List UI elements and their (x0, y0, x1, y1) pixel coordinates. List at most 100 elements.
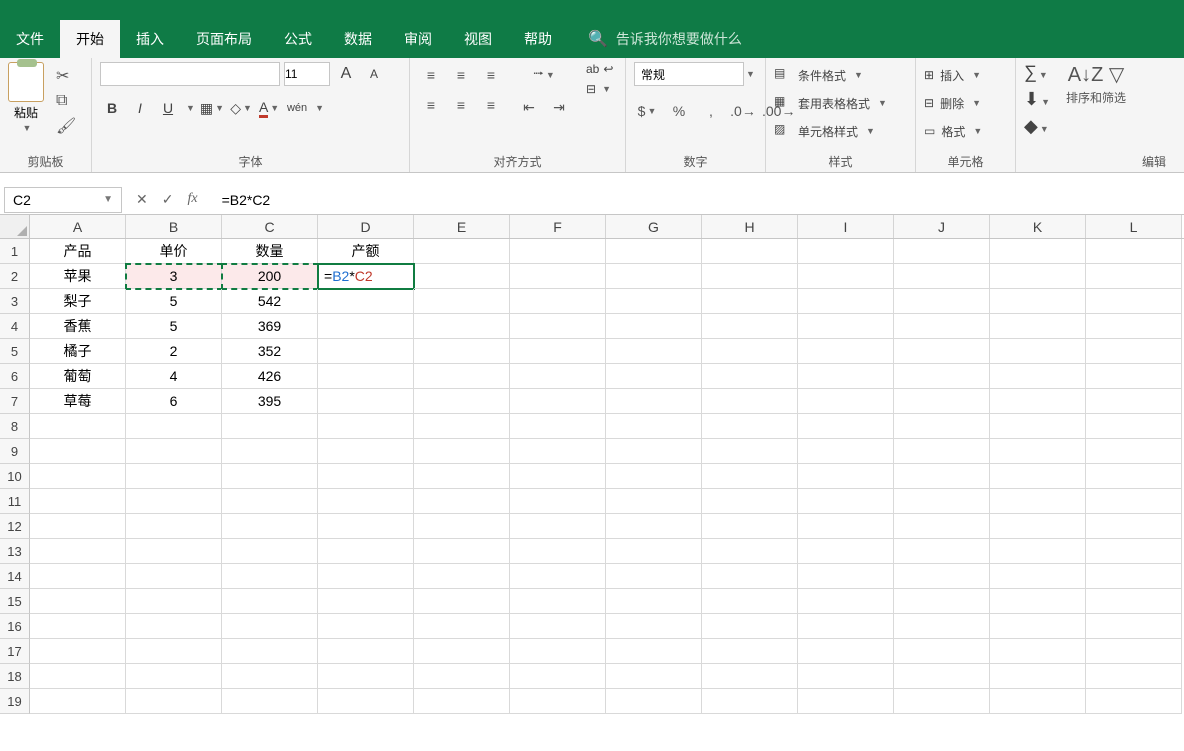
cell[interactable]: 4 (126, 364, 222, 389)
row-header[interactable]: 9 (0, 439, 30, 464)
cell[interactable] (510, 239, 606, 264)
row-header[interactable]: 5 (0, 339, 30, 364)
cell[interactable] (222, 564, 318, 589)
row-header[interactable]: 18 (0, 664, 30, 689)
cell[interactable]: 数量 (222, 239, 318, 264)
column-header[interactable]: D (318, 215, 414, 238)
cell[interactable] (318, 639, 414, 664)
cell[interactable] (894, 514, 990, 539)
cell[interactable] (894, 289, 990, 314)
row-header[interactable]: 14 (0, 564, 30, 589)
cell[interactable] (1086, 539, 1182, 564)
cell[interactable] (798, 514, 894, 539)
cell[interactable] (126, 539, 222, 564)
tab-formulas[interactable]: 公式 (268, 20, 328, 58)
cell[interactable] (318, 664, 414, 689)
cell[interactable] (1086, 489, 1182, 514)
italic-button[interactable]: I (128, 96, 152, 120)
row-header[interactable]: 1 (0, 239, 30, 264)
cell[interactable] (702, 514, 798, 539)
cell[interactable] (702, 389, 798, 414)
cell[interactable]: 542 (222, 289, 318, 314)
increase-decimal-icon[interactable]: .0→ (730, 98, 756, 124)
cell[interactable] (702, 239, 798, 264)
cell[interactable]: 6 (126, 389, 222, 414)
format-painter-icon[interactable]: 🖌 (56, 116, 76, 136)
column-header[interactable]: L (1086, 215, 1182, 238)
cell[interactable] (30, 514, 126, 539)
cell[interactable] (1086, 639, 1182, 664)
cell[interactable] (894, 664, 990, 689)
cell[interactable] (126, 564, 222, 589)
cell[interactable] (318, 489, 414, 514)
align-middle-icon[interactable]: ≡ (448, 62, 474, 88)
row-header[interactable]: 11 (0, 489, 30, 514)
increase-font-icon[interactable]: A (334, 62, 358, 86)
format-cells-button[interactable]: ▭ 格式▼ (924, 118, 982, 144)
fx-icon[interactable]: fx (187, 191, 197, 208)
cell[interactable] (702, 589, 798, 614)
cell[interactable] (126, 439, 222, 464)
cell[interactable] (510, 689, 606, 714)
cell[interactable] (1086, 389, 1182, 414)
tab-file[interactable]: 文件 (0, 20, 60, 58)
cell[interactable] (990, 389, 1086, 414)
cancel-formula-icon[interactable]: ✕ (136, 191, 148, 208)
cell[interactable] (1086, 514, 1182, 539)
comma-icon[interactable]: , (698, 98, 724, 124)
cell[interactable] (798, 489, 894, 514)
cell[interactable] (510, 339, 606, 364)
cell[interactable] (414, 464, 510, 489)
cell[interactable] (30, 639, 126, 664)
cell[interactable] (606, 439, 702, 464)
cell[interactable] (510, 614, 606, 639)
tell-me[interactable]: 🔍 告诉我你想要做什么 (588, 29, 742, 49)
chevron-down-icon[interactable]: ▼ (103, 194, 113, 205)
cell[interactable] (222, 539, 318, 564)
cell[interactable] (1086, 614, 1182, 639)
cell[interactable] (990, 289, 1086, 314)
cell[interactable] (702, 614, 798, 639)
cell[interactable] (30, 539, 126, 564)
cell[interactable] (510, 289, 606, 314)
cell[interactable] (990, 439, 1086, 464)
cell[interactable] (702, 564, 798, 589)
cell[interactable] (222, 464, 318, 489)
cell[interactable] (414, 439, 510, 464)
sort-filter-button[interactable]: A↓Z ▽ 排序和筛选 (1066, 62, 1126, 106)
cell[interactable]: 200 (222, 264, 318, 289)
cell[interactable] (702, 664, 798, 689)
cell[interactable] (126, 514, 222, 539)
phonetic-icon[interactable]: wén (285, 96, 309, 120)
cell[interactable] (414, 664, 510, 689)
cell[interactable] (414, 364, 510, 389)
currency-icon[interactable]: $▼ (634, 98, 660, 124)
cell[interactable] (510, 639, 606, 664)
cell[interactable]: 5 (126, 314, 222, 339)
row-header[interactable]: 15 (0, 589, 30, 614)
cell[interactable]: 产品 (30, 239, 126, 264)
cell[interactable] (414, 539, 510, 564)
align-left-icon[interactable]: ≡ (418, 92, 444, 118)
column-header[interactable]: H (702, 215, 798, 238)
cell[interactable] (126, 689, 222, 714)
tab-data[interactable]: 数据 (328, 20, 388, 58)
cell[interactable] (414, 564, 510, 589)
merge-center-button[interactable]: ⊟▼ (586, 82, 613, 96)
cell[interactable] (318, 689, 414, 714)
column-header[interactable]: J (894, 215, 990, 238)
cell[interactable] (798, 639, 894, 664)
cell[interactable] (606, 489, 702, 514)
cell[interactable] (702, 539, 798, 564)
bold-button[interactable]: B (100, 96, 124, 120)
cell[interactable] (222, 689, 318, 714)
cell[interactable] (894, 264, 990, 289)
increase-indent-icon[interactable]: ⇥ (546, 94, 572, 120)
cell[interactable] (990, 564, 1086, 589)
cell[interactable] (894, 389, 990, 414)
cell[interactable] (702, 264, 798, 289)
cell[interactable]: 352 (222, 339, 318, 364)
cell[interactable] (894, 689, 990, 714)
cell[interactable] (702, 364, 798, 389)
cell[interactable]: 草莓 (30, 389, 126, 414)
